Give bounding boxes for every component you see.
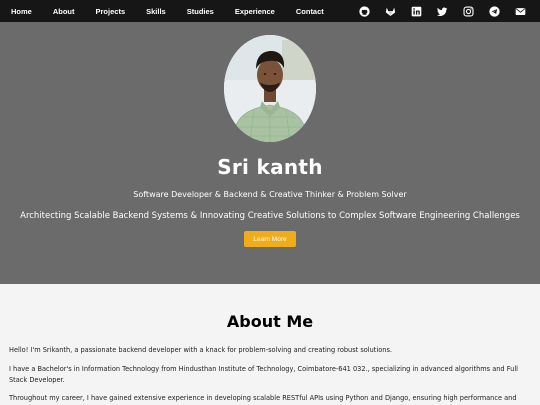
about-title: About Me: [226, 312, 314, 331]
profile-photo: [224, 35, 316, 142]
learn-more-button[interactable]: Learn More: [244, 231, 296, 247]
about-paragraph: Hello! I'm Srikanth, a passionate backen…: [9, 346, 392, 354]
gitlab-icon[interactable]: [385, 5, 397, 17]
about-paragraph: Throughout my career, I have gained exte…: [9, 394, 517, 402]
about-section: About Me Hello! I'm Srikanth, a passiona…: [0, 284, 540, 405]
email-icon[interactable]: [515, 5, 527, 17]
navbar: Home About Projects Skills Studies Exper…: [0, 0, 540, 22]
about-paragraph: I have a Bachelor's in Information Techn…: [9, 365, 518, 384]
hero-tagline: Architecting Scalable Backend Systems & …: [20, 211, 520, 221]
nav-link-studies[interactable]: Studies: [187, 7, 214, 16]
nav-link-contact[interactable]: Contact: [296, 7, 324, 16]
hero-roles: Software Developer & Backend & Creative …: [133, 190, 407, 199]
profile-avatar: [224, 35, 316, 142]
hero-section: Sri kanth Software Developer & Backend &…: [0, 22, 540, 284]
nav-link-projects[interactable]: Projects: [96, 7, 126, 16]
twitter-icon[interactable]: [437, 5, 449, 17]
github-icon[interactable]: [359, 5, 371, 17]
telegram-icon[interactable]: [489, 5, 501, 17]
nav-link-home[interactable]: Home: [11, 7, 32, 16]
linkedin-icon[interactable]: [411, 5, 423, 17]
nav-link-about[interactable]: About: [53, 7, 75, 16]
nav-link-skills[interactable]: Skills: [146, 7, 166, 16]
instagram-icon[interactable]: [463, 5, 475, 17]
nav-link-experience[interactable]: Experience: [235, 7, 275, 16]
hero-name: Sri kanth: [217, 155, 323, 179]
social-icons: [345, 5, 540, 17]
nav-links: Home About Projects Skills Studies Exper…: [0, 7, 345, 16]
